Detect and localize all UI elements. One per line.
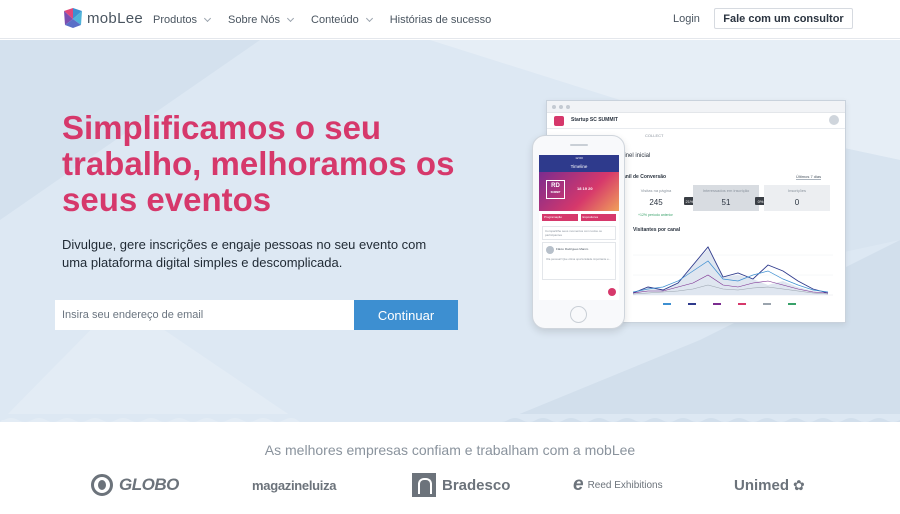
partners-title: As melhores empresas confiam e trabalham… [264, 442, 636, 458]
phone-home-button [570, 306, 587, 323]
partner-logos: GLOBO magazineluiza Bradesco e Reed Exhi… [0, 470, 900, 502]
moblee-logo-icon [64, 8, 82, 28]
exhibitors-button: Expositores [580, 214, 616, 221]
hero-headline: Simplificamos o seu trabalho, melhoramos… [62, 109, 455, 218]
window-dot-icon [552, 105, 556, 109]
phone-header: Timeline [539, 161, 619, 172]
event-name: Startup SC SUMMIT [571, 117, 618, 123]
period-select: Últimos 7 dias [796, 174, 822, 180]
avatar [546, 246, 554, 254]
phone-speaker [570, 144, 588, 146]
post-body: Ola pessoal! Que ótima oportunidade impo… [546, 257, 611, 261]
bradesco-logo-icon [412, 473, 436, 497]
funnel-label: anil de Conversão [623, 174, 667, 180]
stage-value: 245 [649, 198, 663, 207]
chevron-down-icon [286, 14, 295, 22]
reed-logo-text: Reed Exhibitions [587, 479, 663, 491]
schedule-button: Programação [542, 214, 578, 221]
phone-buttons: Programação Expositores [539, 211, 619, 224]
globo-logo-icon [91, 474, 113, 496]
magazineluiza-logo: magazineluiza [252, 470, 337, 500]
nav-label: Produtos [153, 13, 198, 26]
logo-text: mobLee [87, 9, 144, 27]
stage-value: 0 [794, 198, 800, 207]
visits-title: Visitantes por canal [633, 227, 681, 233]
nav-conteudo[interactable]: Conteúdo [311, 13, 373, 26]
phone-screen: 12:00 Timeline RD SUMMIT 18 19 20 Progra… [539, 155, 619, 300]
chevron-down-icon [203, 14, 212, 22]
dashboard-tab: COLLECT [645, 133, 664, 138]
stage-label: Inscrições [787, 188, 806, 193]
bradesco-logo-text: Bradesco [442, 476, 511, 494]
main-nav: Produtos Sobre Nós Conteúdo Histórias de… [153, 0, 509, 39]
timeline-post: Flávio Rodrigues Manzo Ola pessoal! Que … [542, 242, 616, 280]
talk-to-consultant-button[interactable]: Fale com um consultor [714, 8, 853, 29]
nav-produtos[interactable]: Produtos [153, 13, 212, 26]
globo-logo: GLOBO [91, 470, 179, 500]
dashboard-logo-icon [554, 116, 564, 126]
site-header: mobLee Produtos Sobre Nós Conteúdo Histó… [0, 0, 900, 39]
browser-bar [547, 101, 845, 113]
login-link[interactable]: Login [673, 13, 700, 25]
dashboard-title: ainel inicial [621, 153, 651, 159]
phone-mockup: 12:00 Timeline RD SUMMIT 18 19 20 Progra… [532, 135, 625, 329]
funnel-stage: Visitas na página 245 [623, 185, 689, 211]
nav-label: Histórias de sucesso [389, 13, 492, 26]
event-date: 18 19 20 [577, 186, 593, 191]
nav-label: Sobre Nós [228, 13, 281, 26]
post-author: Flávio Rodrigues Manzo [556, 247, 589, 251]
compose-fab-icon [608, 288, 616, 296]
magazineluiza-logo-text: magazineluiza [252, 477, 337, 493]
funnel-stage: Inscrições 0 [764, 185, 830, 211]
event-banner: RD SUMMIT 18 19 20 [539, 172, 619, 211]
stage-label: Interessados em inscrição [702, 188, 750, 193]
event-logo-text: RD [551, 183, 560, 189]
window-dot-icon [566, 105, 570, 109]
nav-label: Conteúdo [311, 13, 359, 26]
event-logo-sub: SUMMIT [550, 191, 561, 194]
hero-subtitle: Divulgue, gere inscrições e engaje pesso… [62, 237, 427, 270]
unimed-logo-text: Unimed [734, 476, 790, 494]
chevron-down-icon [365, 14, 373, 22]
nav-historias[interactable]: Histórias de sucesso [390, 14, 492, 26]
event-logo: RD SUMMIT [546, 180, 565, 199]
continue-button[interactable]: Continuar [354, 300, 458, 330]
unimed-logo: Unimed ✿ [734, 470, 805, 500]
reed-logo: e Reed Exhibitions [573, 470, 663, 500]
email-input[interactable]: Insira seu endereço de email [55, 300, 354, 330]
hero-section: Simplificamos o seu trabalho, melhoramos… [0, 40, 900, 422]
stage-label: Visitas na página [640, 188, 672, 193]
globo-logo-text: GLOBO [119, 475, 179, 494]
reed-logo-icon: e [573, 474, 584, 495]
moblee-logo[interactable]: mobLee [62, 7, 143, 29]
window-dot-icon [559, 105, 563, 109]
visits-line-chart [633, 246, 833, 305]
stage-value: 51 [721, 198, 731, 207]
nav-sobre-nos[interactable]: Sobre Nós [228, 13, 295, 26]
bradesco-logo: Bradesco [412, 470, 510, 500]
funnel-stage: Interessados em inscrição 51 [693, 185, 759, 211]
avatar [829, 115, 839, 125]
comparison-note: +12% período anterior [638, 213, 673, 217]
dashboard-topbar: Startup SC SUMMIT [547, 113, 845, 129]
share-post-box: Compartilhe seus momentos com todos os p… [542, 226, 616, 240]
unimed-logo-icon: ✿ [793, 476, 805, 493]
wave-divider [0, 414, 900, 422]
